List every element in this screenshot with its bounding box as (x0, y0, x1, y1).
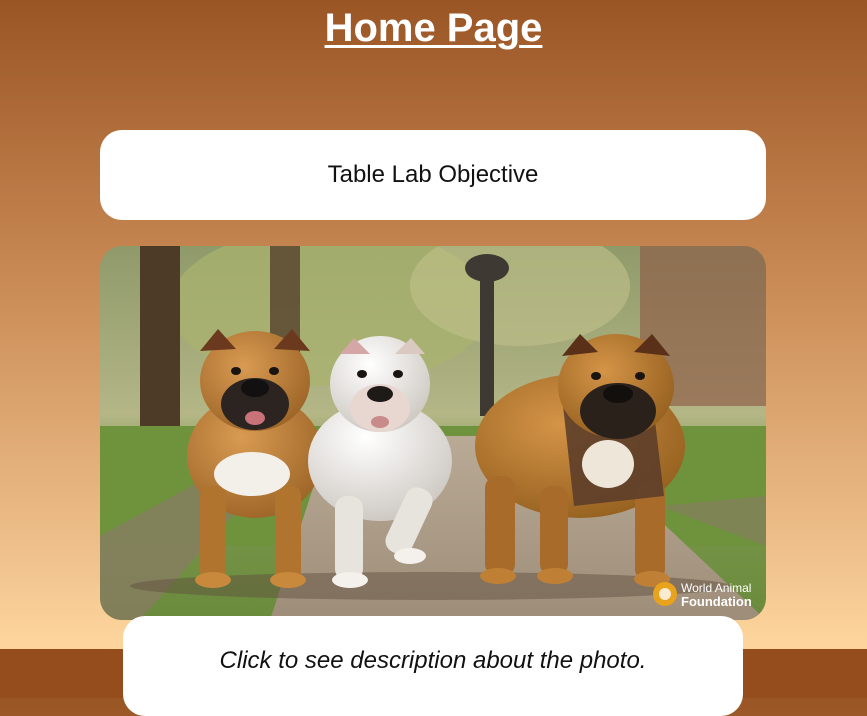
page-title: Home Page (324, 6, 543, 50)
watermark-logo: World Animal Foundation (653, 581, 752, 609)
caption-text: Click to see description about the photo… (219, 647, 647, 674)
bulldogs-photo[interactable]: World Animal Foundation (100, 246, 766, 620)
watermark-line2: Foundation (681, 594, 752, 609)
watermark-line1: World Animal (681, 581, 751, 595)
photo-illustration: World Animal Foundation (100, 246, 766, 620)
objective-card[interactable]: Table Lab Objective (100, 130, 766, 220)
objective-label: Table Lab Objective (327, 161, 539, 188)
photo-caption-card[interactable]: Click to see description about the photo… (123, 616, 743, 716)
